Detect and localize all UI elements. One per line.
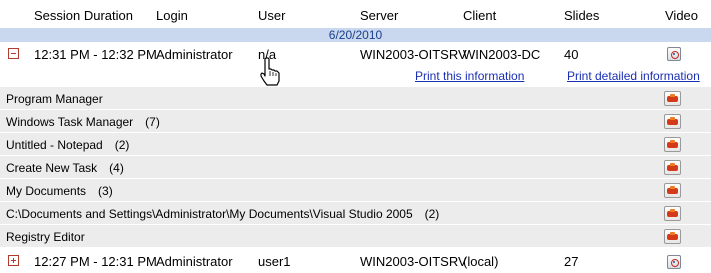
app-title: Program Manager xyxy=(6,92,103,106)
column-header: Session Duration Login User Server Clien… xyxy=(0,0,711,28)
print-detailed-link[interactable]: Print detailed information xyxy=(567,69,700,83)
list-item[interactable]: My Documents (3) xyxy=(0,179,711,202)
session-login: Administrator xyxy=(156,254,233,269)
app-title: Registry Editor xyxy=(6,230,85,244)
app-count: (7) xyxy=(145,115,160,129)
app-count: (3) xyxy=(98,184,113,198)
header-session-duration[interactable]: Session Duration xyxy=(34,8,133,23)
app-title: Create New Task xyxy=(6,161,98,175)
session-client: (local) xyxy=(463,254,499,269)
video-play-icon[interactable] xyxy=(667,255,681,269)
list-item[interactable]: Untitled - Notepad (2) xyxy=(0,133,711,156)
collapse-icon[interactable] xyxy=(8,48,19,59)
list-item[interactable]: Registry Editor xyxy=(0,225,711,248)
header-login[interactable]: Login xyxy=(156,8,188,23)
expand-icon[interactable] xyxy=(8,255,19,266)
list-item[interactable]: Windows Task Manager (7) xyxy=(0,110,711,133)
video-clip-icon[interactable] xyxy=(664,137,681,152)
header-slides[interactable]: Slides xyxy=(564,8,599,23)
session-slides: 40 xyxy=(564,47,579,62)
session-server: WIN2003-OITSRV xyxy=(360,254,467,269)
session-duration: 12:27 PM - 12:31 PM xyxy=(34,254,157,269)
list-item[interactable]: Program Manager xyxy=(0,87,711,110)
app-count: (2) xyxy=(114,138,130,152)
app-title: Windows Task Manager xyxy=(6,115,134,129)
app-title: C:\Documents and Settings\Administrator\… xyxy=(6,207,413,221)
app-count: (4) xyxy=(109,161,124,175)
session-login: Administrator xyxy=(156,47,233,62)
header-video[interactable]: Video xyxy=(665,8,698,23)
session-slides: 27 xyxy=(564,254,579,269)
video-play-icon[interactable] xyxy=(667,47,681,61)
header-server[interactable]: Server xyxy=(360,8,398,23)
list-item[interactable]: Create New Task (4) xyxy=(0,156,711,179)
date-group-bar: 6/20/2010 xyxy=(0,28,711,42)
video-clip-icon[interactable] xyxy=(664,183,681,198)
app-title: Untitled - Notepad xyxy=(6,138,103,152)
header-user[interactable]: User xyxy=(258,8,285,23)
video-clip-icon[interactable] xyxy=(664,206,681,221)
video-clip-icon[interactable] xyxy=(664,114,681,129)
hand-cursor-icon xyxy=(260,57,280,86)
video-clip-icon[interactable] xyxy=(664,160,681,175)
app-title: My Documents xyxy=(6,184,87,198)
video-clip-icon[interactable] xyxy=(664,229,681,244)
date-group-label: 6/20/2010 xyxy=(328,28,383,42)
session-client: WIN2003-DC xyxy=(463,47,541,62)
session-duration: 12:31 PM - 12:32 PM xyxy=(34,47,157,62)
print-links: Print this information Print detailed in… xyxy=(0,66,711,86)
video-clip-icon[interactable] xyxy=(664,91,681,106)
session-user: user1 xyxy=(258,254,291,269)
session-row[interactable]: 12:31 PM - 12:32 PM Administrator n/a WI… xyxy=(0,42,711,66)
list-item[interactable]: C:\Documents and Settings\Administrator\… xyxy=(0,202,711,225)
print-info-link[interactable]: Print this information xyxy=(415,69,524,83)
session-row[interactable]: 12:27 PM - 12:31 PM Administrator user1 … xyxy=(0,249,711,273)
session-server: WIN2003-OITSRV xyxy=(360,47,467,62)
header-client[interactable]: Client xyxy=(463,8,496,23)
app-count: (2) xyxy=(424,207,440,221)
